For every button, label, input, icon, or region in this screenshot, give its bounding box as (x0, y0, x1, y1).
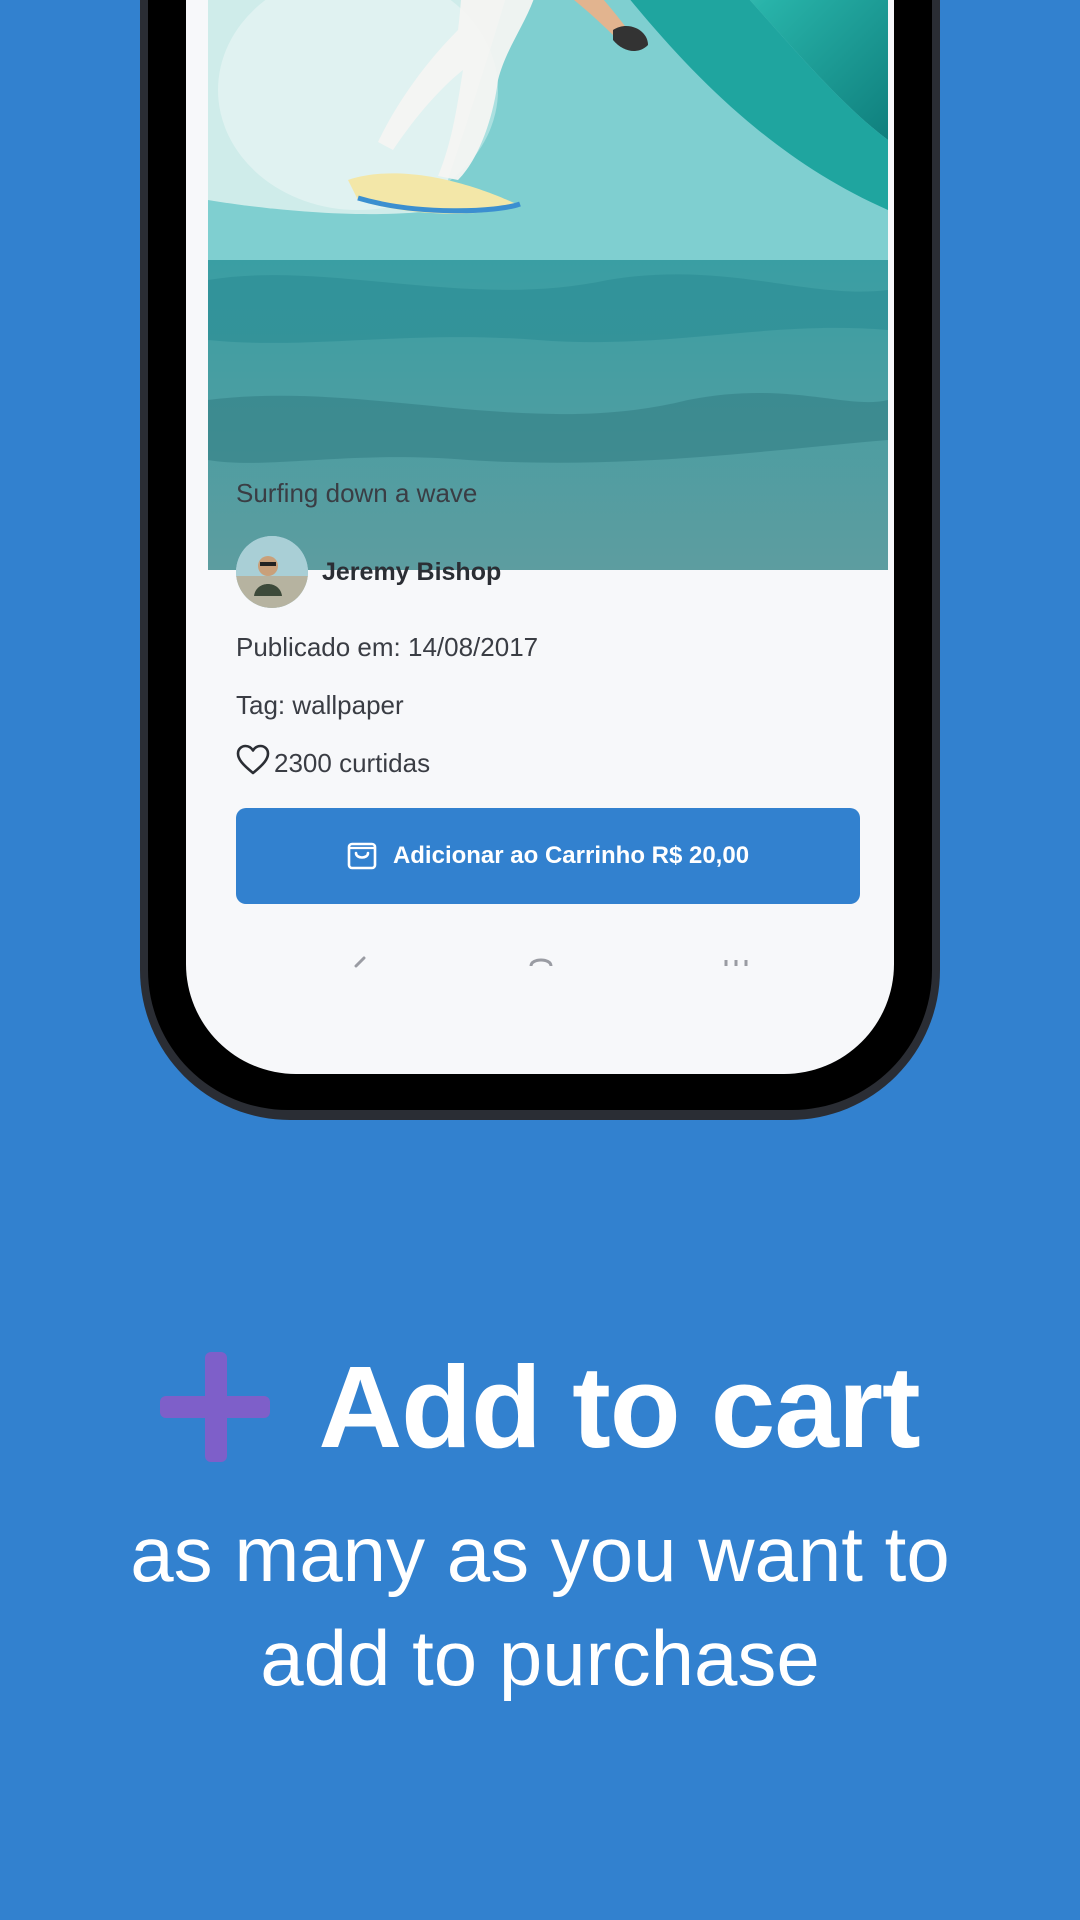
subline-line-2: add to purchase (260, 1614, 820, 1702)
system-nav-bar (186, 948, 894, 968)
subline-line-1: as many as you want to (130, 1510, 950, 1598)
published-date: Publicado em: 14/08/2017 (236, 632, 539, 662)
headline-text: Add to cart (318, 1342, 920, 1472)
tag-label: Tag: wallpaper (236, 690, 404, 720)
add-to-cart-button[interactable]: Adicionar ao Carrinho R$ 20,00 (236, 808, 860, 904)
avatar (236, 536, 308, 608)
phone-screen: Surfing down a wave Jeremy Bishop Public… (186, 0, 894, 1074)
add-to-cart-label: Adicionar ao Carrinho R$ 20,00 (392, 842, 750, 869)
promo-subline: as many as you want to add to purchase (0, 1502, 1080, 1710)
author-name[interactable]: Jeremy Bishop (322, 558, 501, 587)
phone-mockup: Surfing down a wave Jeremy Bishop Public… (140, 0, 940, 1120)
author-row[interactable]: Jeremy Bishop (236, 536, 501, 608)
likes-count: 2300 curtidas (274, 748, 431, 778)
likes-row: 2300 curtidas (236, 744, 430, 783)
plus-icon (160, 1352, 271, 1462)
heart-icon[interactable] (236, 744, 274, 783)
phone-bezel: Surfing down a wave Jeremy Bishop Public… (148, 0, 932, 1110)
shopping-bag-icon (347, 836, 393, 877)
photo-caption: Surfing down a wave (236, 478, 478, 508)
promo-headline: Add to cart (0, 1340, 1080, 1474)
